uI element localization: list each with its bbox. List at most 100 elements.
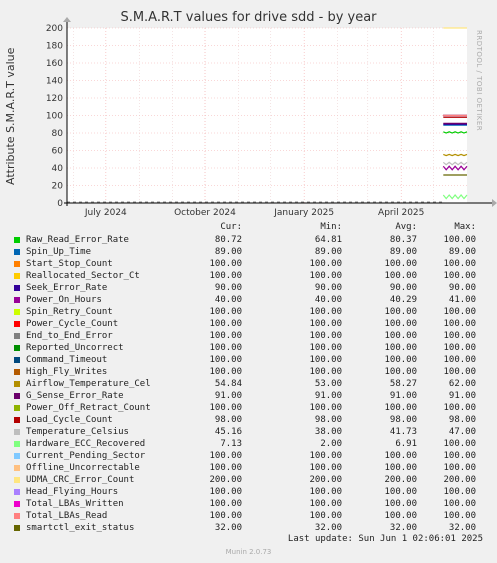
- legend-swatch: [14, 249, 20, 255]
- legend-row: Raw_Read_Error_Rate 80.72 64.81 80.37 100.00: [0, 234, 497, 246]
- legend-min: 32.00: [314, 523, 342, 533]
- legend-series-name: Total_LBAs_Read: [26, 511, 108, 521]
- legend-swatch: [14, 501, 20, 507]
- legend-min: 53.00: [314, 379, 342, 389]
- legend-row: Airflow_Temperature_Cel 54.84 53.00 58.27 62…: [0, 378, 497, 390]
- legend-series-name: End_to_End_Error: [26, 331, 113, 341]
- y-tick-label: 20: [52, 182, 64, 192]
- legend-cur: 100.00: [209, 367, 242, 377]
- legend-series-name: Power_Off_Retract_Count: [26, 403, 151, 413]
- legend-header-avg: Avg:: [395, 222, 417, 232]
- legend-swatch: [14, 441, 20, 447]
- x-tick-label: October 2024: [174, 208, 236, 218]
- legend-min: 100.00: [309, 511, 342, 521]
- legend-max: 100.00: [443, 331, 476, 341]
- legend-max: 32.00: [448, 523, 476, 533]
- legend-cur: 32.00: [214, 523, 242, 533]
- legend-header-max: Max:: [454, 222, 476, 232]
- legend-min: 90.00: [314, 283, 342, 293]
- legend-row: Temperature_Celsius 45.16 38.00 41.73 47.00: [0, 426, 497, 438]
- legend-series-name: Command_Timeout: [26, 355, 108, 365]
- legend-swatch: [14, 297, 20, 303]
- legend-swatch: [14, 465, 20, 471]
- legend-row: Offline_Uncorrectable 100.00 100.00 100.00 1…: [0, 462, 497, 474]
- legend-cur: 7.13: [220, 439, 242, 449]
- x-tick-labels: July 2024 October 2024 January 2025 April 2…: [84, 208, 425, 218]
- legend-series-name: Reported_Uncorrect: [26, 343, 124, 353]
- legend-series-name: Spin_Retry_Count: [26, 307, 113, 317]
- legend-avg: 200.00: [384, 475, 417, 485]
- legend-row: Spin_Retry_Count 100.00 100.00 100.00 100.00: [0, 306, 497, 318]
- legend-min: 100.00: [309, 499, 342, 509]
- y-tick-label: 200: [46, 24, 63, 34]
- legend-swatch: [14, 345, 20, 351]
- legend-series-name: UDMA_CRC_Error_Count: [26, 475, 135, 485]
- legend-row: High_Fly_Writes 100.00 100.00 100.00 100.00: [0, 366, 497, 378]
- legend-series-name: Hardware_ECC_Recovered: [26, 439, 146, 449]
- legend-series-name: Start_Stop_Count: [26, 259, 113, 269]
- legend-avg: 100.00: [384, 343, 417, 353]
- legend-row: Reallocated_Sector_Ct 100.00 100.00 100.00 1…: [0, 270, 497, 282]
- legend-series-name: Load_Cycle_Count: [26, 415, 113, 425]
- legend-swatch: [14, 237, 20, 243]
- legend-max: 100.00: [443, 355, 476, 365]
- legend-min: 38.00: [314, 427, 342, 437]
- legend-min: 100.00: [309, 343, 342, 353]
- legend: Raw_Read_Error_Rate 80.72 64.81 80.37 100.00…: [0, 234, 497, 534]
- legend-avg: 100.00: [384, 259, 417, 269]
- legend-swatch: [14, 333, 20, 339]
- legend-max: 100.00: [443, 319, 476, 329]
- legend-row: Command_Timeout 100.00 100.00 100.00 100.00: [0, 354, 497, 366]
- legend-row: Reported_Uncorrect 100.00 100.00 100.00 100.…: [0, 342, 497, 354]
- legend-avg: 100.00: [384, 307, 417, 317]
- legend-cur: 100.00: [209, 343, 242, 353]
- legend-series-name: Temperature_Celsius: [26, 427, 129, 437]
- legend-max: 100.00: [443, 487, 476, 497]
- legend-min: 100.00: [309, 259, 342, 269]
- legend-min: 100.00: [309, 319, 342, 329]
- legend-avg: 80.37: [389, 235, 417, 245]
- legend-max: 100.00: [443, 259, 476, 269]
- legend-swatch: [14, 525, 20, 531]
- x-tick-label: January 2025: [273, 208, 334, 218]
- legend-max: 90.00: [448, 283, 476, 293]
- legend-min: 200.00: [309, 475, 342, 485]
- legend-avg: 90.00: [389, 283, 417, 293]
- legend-swatch: [14, 369, 20, 375]
- legend-series-name: Raw_Read_Error_Rate: [26, 235, 129, 245]
- legend-row: Power_On_Hours 40.00 40.00 40.29 41.00: [0, 294, 497, 306]
- legend-cur: 100.00: [209, 463, 242, 473]
- legend-row: Total_LBAs_Read 100.00 100.00 100.00 100.00: [0, 510, 497, 522]
- legend-swatch: [14, 453, 20, 459]
- legend-max: 89.00: [448, 247, 476, 257]
- legend-max: 100.00: [443, 499, 476, 509]
- y-tick-label: 80: [52, 129, 64, 139]
- legend-row: smartctl_exit_status 32.00 32.00 32.00 32.00: [0, 522, 497, 534]
- legend-min: 100.00: [309, 487, 342, 497]
- legend-max: 100.00: [443, 235, 476, 245]
- legend-min: 100.00: [309, 331, 342, 341]
- legend-min: 100.00: [309, 355, 342, 365]
- legend-series-name: Airflow_Temperature_Cel: [26, 379, 151, 389]
- legend-min: 100.00: [309, 271, 342, 281]
- legend-max: 100.00: [443, 307, 476, 317]
- legend-series-name: smartctl_exit_status: [26, 523, 135, 533]
- legend-row: Load_Cycle_Count 98.00 98.00 98.00 98.00: [0, 414, 497, 426]
- legend-row: Head_Flying_Hours 100.00 100.00 100.00 100.0…: [0, 486, 497, 498]
- y-tick-label: 120: [46, 94, 63, 104]
- legend-max: 98.00: [448, 415, 476, 425]
- legend-min: 100.00: [309, 463, 342, 473]
- legend-min: 2.00: [320, 439, 342, 449]
- legend-row: UDMA_CRC_Error_Count 200.00 200.00 200.00 20…: [0, 474, 497, 486]
- legend-cur: 91.00: [214, 391, 242, 401]
- legend-min: 64.81: [314, 235, 342, 245]
- legend-avg: 98.00: [389, 415, 417, 425]
- y-tick-labels: 0 20 40 60 80 100 120 140 160 180 200: [46, 24, 63, 209]
- legend-swatch: [14, 429, 20, 435]
- legend-cur: 100.00: [209, 451, 242, 461]
- legend-cur: 40.00: [214, 295, 242, 305]
- legend-max: 100.00: [443, 367, 476, 377]
- legend-swatch: [14, 393, 20, 399]
- legend-cur: 89.00: [214, 247, 242, 257]
- legend-header-min: Min:: [320, 222, 342, 232]
